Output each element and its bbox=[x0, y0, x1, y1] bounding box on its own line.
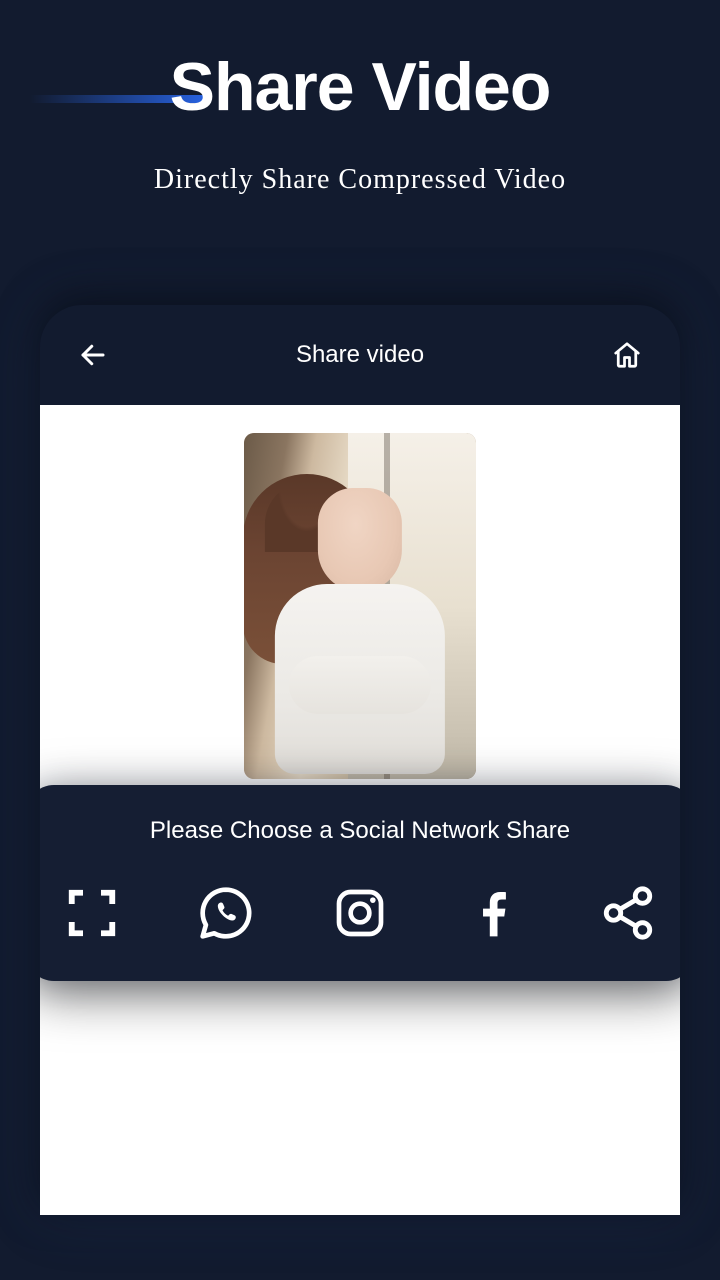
fullscreen-button[interactable] bbox=[60, 881, 124, 945]
video-thumbnail[interactable] bbox=[244, 433, 476, 779]
share-panel-title: Please Choose a Social Network Share bbox=[52, 817, 668, 845]
share-icon bbox=[599, 884, 657, 942]
share-more-button[interactable] bbox=[596, 881, 660, 945]
home-button[interactable] bbox=[609, 337, 645, 373]
facebook-icon bbox=[466, 885, 522, 941]
instagram-button[interactable] bbox=[328, 881, 392, 945]
thumb-person bbox=[265, 488, 455, 765]
content-area: Please Choose a Social Network Share bbox=[40, 405, 680, 1215]
arrow-left-icon bbox=[78, 340, 108, 370]
whatsapp-icon bbox=[198, 885, 254, 941]
instagram-icon bbox=[332, 885, 388, 941]
home-icon bbox=[612, 340, 642, 370]
facebook-button[interactable] bbox=[462, 881, 526, 945]
thumb-body bbox=[275, 584, 445, 774]
thumb-arms bbox=[289, 656, 431, 714]
hero-subtitle: Directly Share Compressed Video bbox=[0, 164, 720, 196]
whatsapp-button[interactable] bbox=[194, 881, 258, 945]
share-icons-row bbox=[52, 881, 668, 945]
thumb-head bbox=[318, 488, 402, 592]
device-frame: Share video Please Choose a Social Netwo… bbox=[40, 305, 680, 1215]
share-panel: Please Choose a Social Network Share bbox=[40, 785, 680, 981]
hero-title: Share Video bbox=[0, 0, 720, 126]
app-header: Share video bbox=[40, 305, 680, 405]
screen-title: Share video bbox=[296, 341, 424, 369]
back-button[interactable] bbox=[75, 337, 111, 373]
fullscreen-icon bbox=[65, 886, 119, 940]
